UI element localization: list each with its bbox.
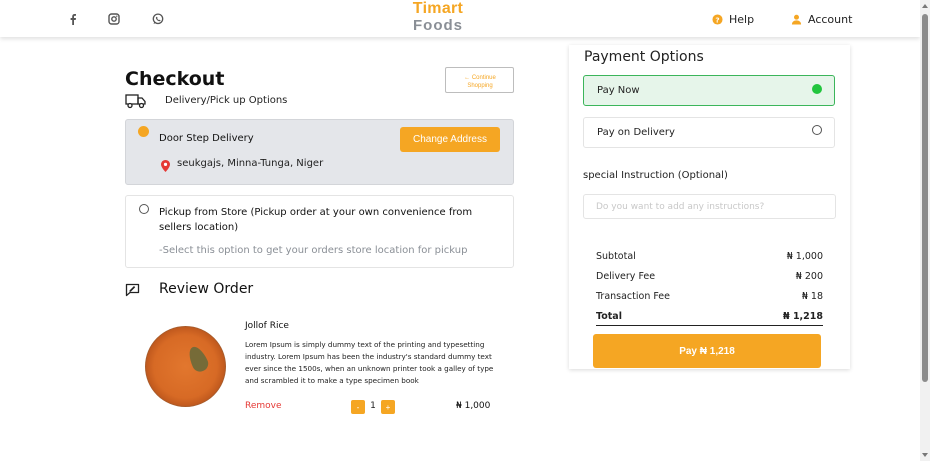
special-instruction-label: special Instruction (Optional) <box>583 170 728 181</box>
pay-on-delivery-radio[interactable] <box>812 125 822 135</box>
top-navbar: Timart Foods ? Help Account <box>0 0 920 37</box>
delivery-address: seukgajs, Minna-Tunga, Niger <box>177 158 324 169</box>
pay-button[interactable]: Pay ₦ 1,218 <box>593 334 821 368</box>
scroll-up-arrow-icon[interactable] <box>922 4 928 8</box>
transaction-fee-label: Transaction Fee <box>596 291 671 302</box>
location-pin-icon <box>161 157 170 172</box>
help-icon: ? <box>712 14 723 25</box>
doorstep-radio-selected[interactable] <box>138 126 149 137</box>
review-icon <box>125 282 140 297</box>
quantity-increase-button[interactable]: + <box>381 400 395 414</box>
delivery-fee-value: ₦ 200 <box>795 271 823 282</box>
item-description: Lorem Ipsum is simply dummy text of the … <box>245 340 494 385</box>
continue-shopping-button[interactable]: ← Continue Shopping <box>445 67 514 93</box>
transaction-fee-row: Transaction Fee ₦ 18 <box>596 291 823 302</box>
subtotal-label: Subtotal <box>596 251 636 262</box>
total-value: ₦ 1,218 <box>783 311 823 322</box>
scroll-down-arrow-icon[interactable] <box>922 453 928 457</box>
total-label: Total <box>596 311 622 322</box>
summary-divider <box>596 325 823 326</box>
page-title: Checkout <box>125 68 225 90</box>
pay-now-option[interactable]: Pay Now <box>583 75 835 106</box>
scrollbar-thumb[interactable] <box>922 14 928 382</box>
total-row: Total ₦ 1,218 <box>596 311 823 322</box>
page-scrollbar[interactable] <box>920 0 930 461</box>
pickup-radio[interactable] <box>139 204 149 214</box>
pickup-note: -Select this option to get your orders s… <box>159 245 468 256</box>
item-price: ₦ 1,000 <box>456 401 491 411</box>
truck-icon <box>125 93 147 109</box>
item-name: Jollof Rice <box>245 321 289 331</box>
delivery-options-label: Delivery/Pick up Options <box>165 95 288 106</box>
special-instruction-input[interactable] <box>583 194 836 219</box>
pickup-title: Pickup from Store (Pickup order at your … <box>159 207 473 233</box>
delivery-fee-row: Delivery Fee ₦ 200 <box>596 271 823 282</box>
change-address-button[interactable]: Change Address <box>400 127 500 152</box>
user-icon <box>791 14 802 25</box>
jollof-rice-image <box>145 326 226 407</box>
help-label: Help <box>729 13 755 26</box>
review-order-title: Review Order <box>159 281 254 297</box>
pay-on-delivery-option[interactable]: Pay on Delivery <box>583 117 835 148</box>
account-label: Account <box>808 13 853 26</box>
whatsapp-icon[interactable] <box>151 12 165 26</box>
help-link[interactable]: ? Help <box>712 13 754 26</box>
subtotal-row: Subtotal ₦ 1,000 <box>596 251 823 262</box>
instagram-icon[interactable] <box>107 12 121 26</box>
svg-text:?: ? <box>715 15 719 24</box>
account-link[interactable]: Account <box>791 13 852 26</box>
payment-options-title: Payment Options <box>584 49 704 65</box>
facebook-icon[interactable] <box>66 12 80 26</box>
quantity-decrease-button[interactable]: - <box>351 400 365 414</box>
pay-now-label: Pay Now <box>597 85 640 96</box>
subtotal-value: ₦ 1,000 <box>786 251 823 262</box>
brand-subname: Foods <box>413 17 463 34</box>
delivery-fee-label: Delivery Fee <box>596 271 656 282</box>
quantity-value: 1 <box>370 401 376 411</box>
brand-name: Timart <box>412 0 464 17</box>
doorstep-delivery-title: Door Step Delivery <box>159 133 254 144</box>
brand-logo[interactable]: Timart Foods <box>405 1 471 35</box>
remove-item-link[interactable]: Remove <box>245 401 282 411</box>
pay-now-radio-selected[interactable] <box>812 84 822 94</box>
transaction-fee-value: ₦ 18 <box>801 291 823 302</box>
pay-on-delivery-label: Pay on Delivery <box>597 127 675 138</box>
